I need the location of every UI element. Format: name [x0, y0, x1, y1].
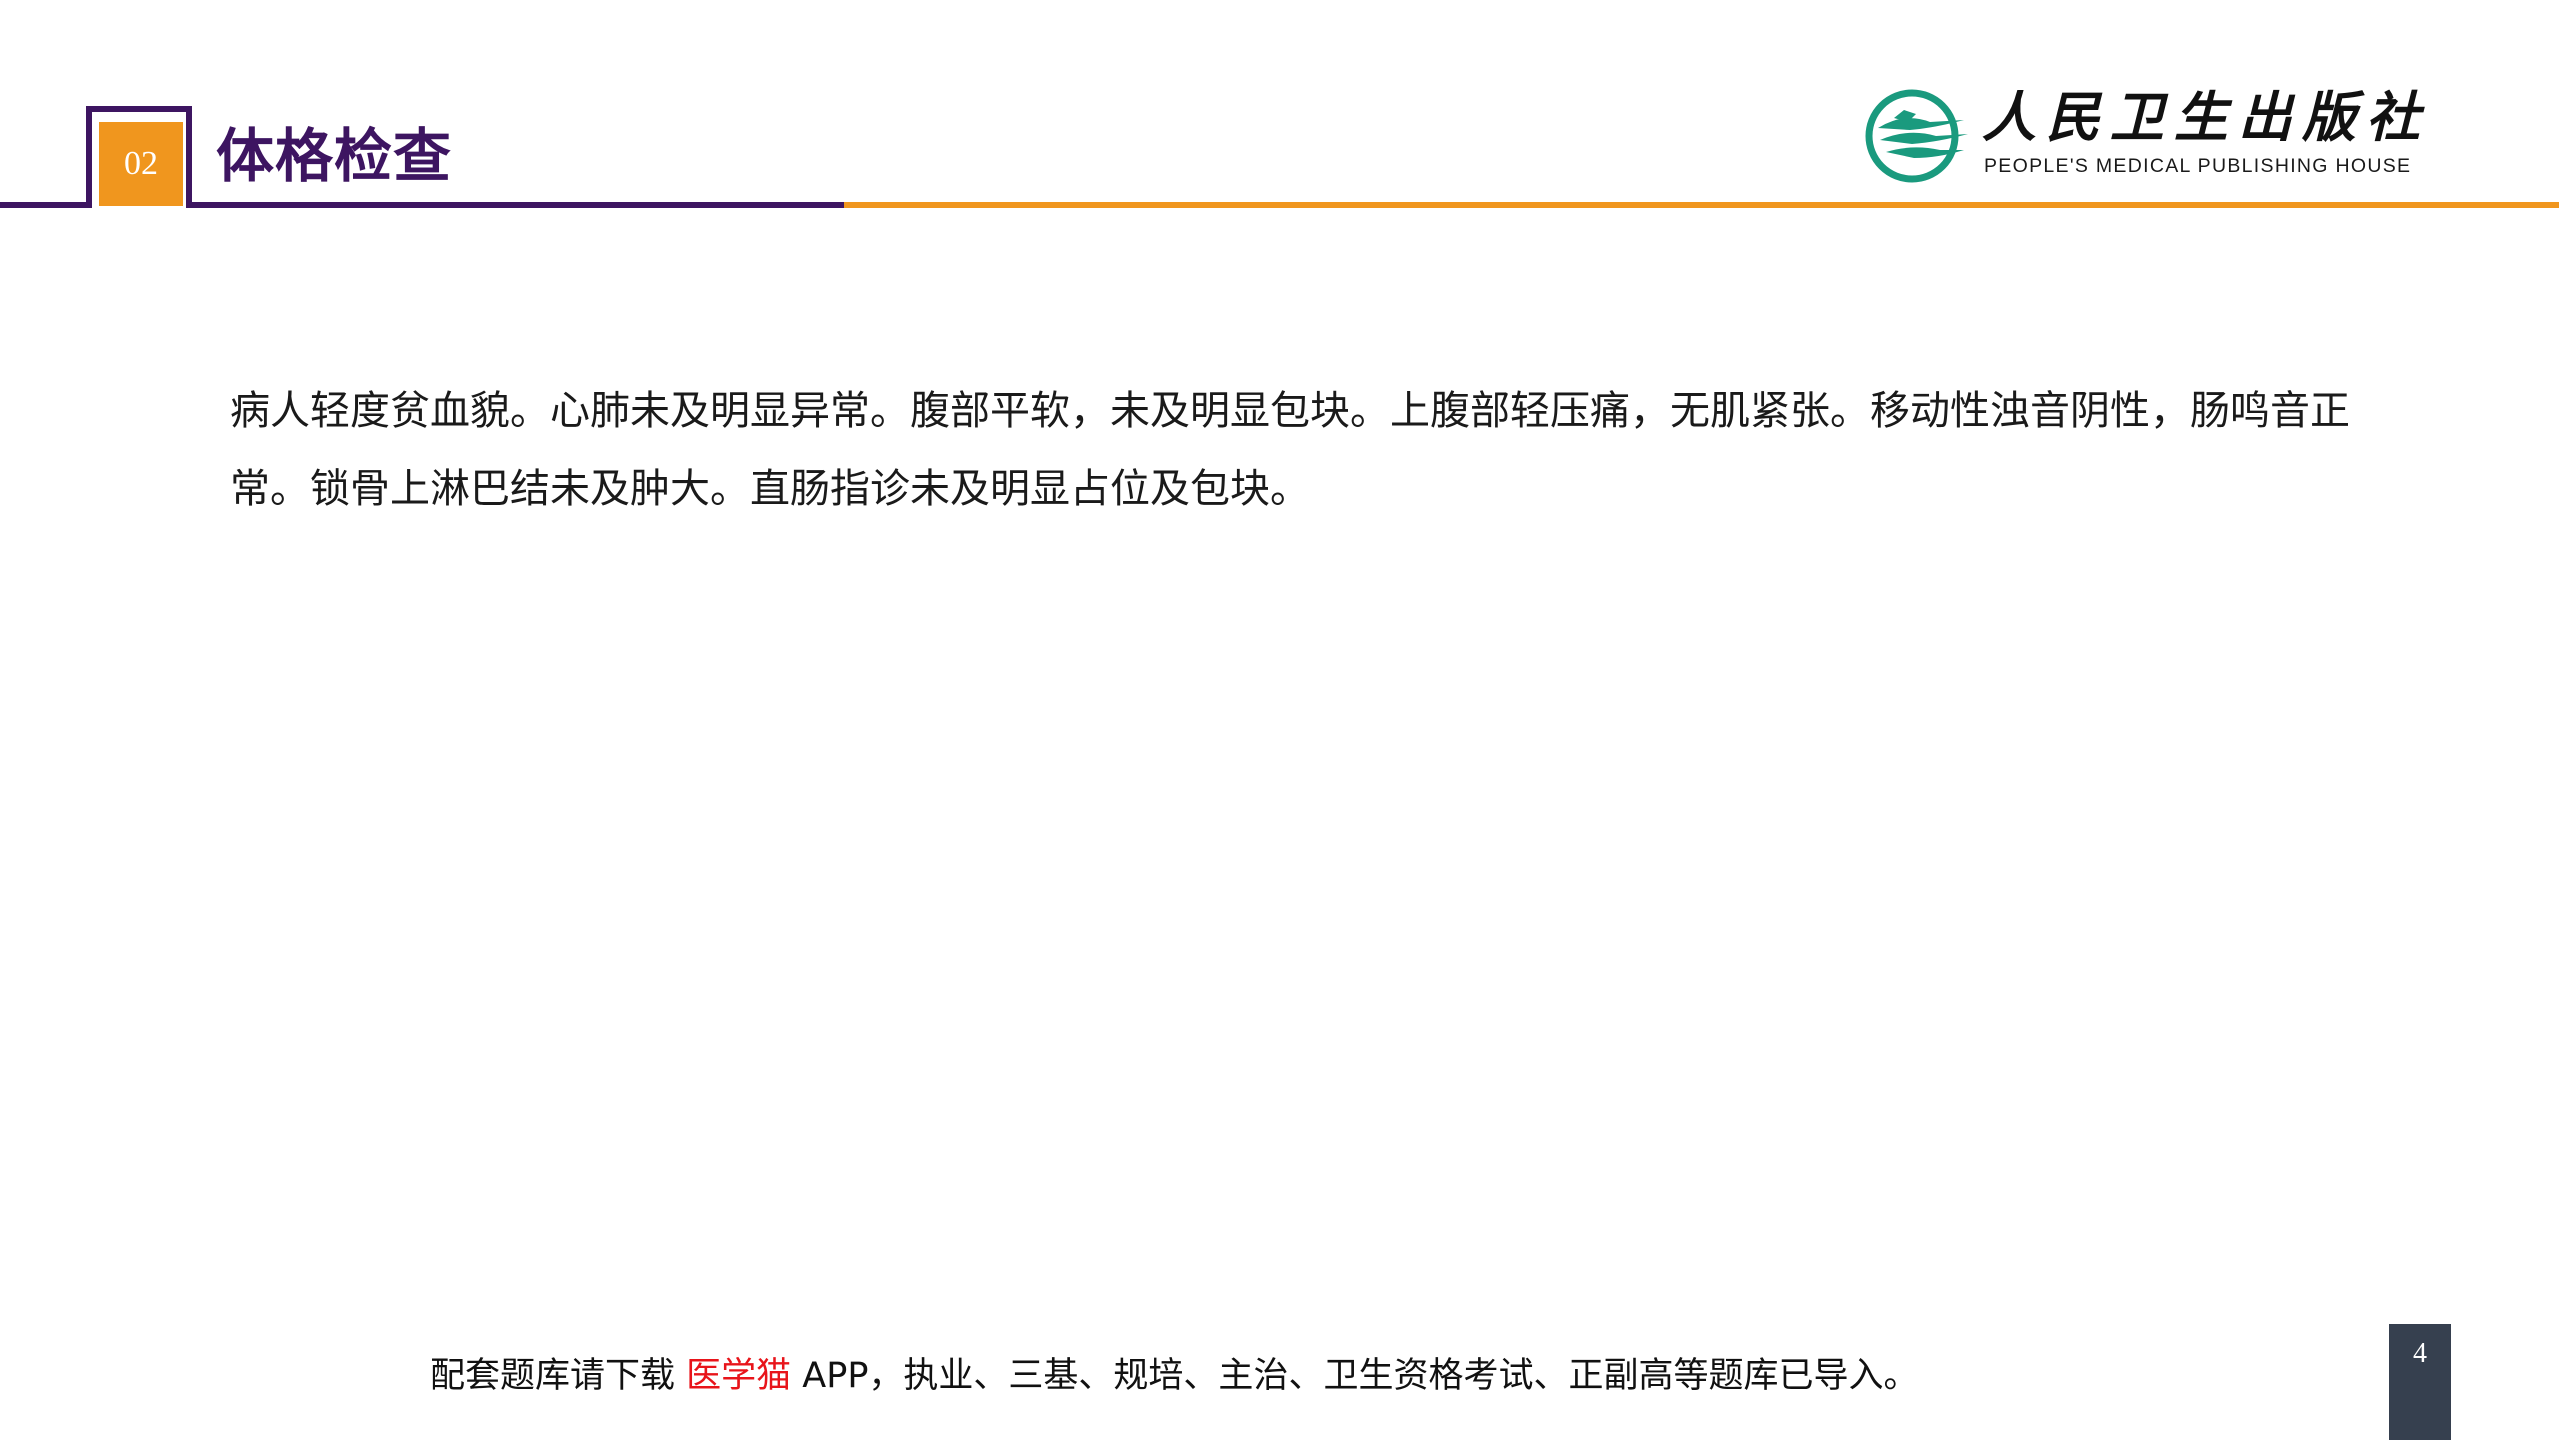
publisher-name-cn: 人民卫生出版社: [1982, 85, 2430, 149]
publisher-logo: 人民卫生出版社 PEOPLE'S MEDICAL PUBLISHING HOUS…: [1864, 88, 2434, 184]
header-rule-purple-left: [0, 202, 92, 208]
section-number: 02: [124, 145, 158, 182]
footer-suffix: APP，执业、三基、规培、主治、卫生资格考试、正副高等题库已导入。: [791, 1356, 1919, 1396]
section-number-badge: 02: [99, 122, 183, 206]
slide-title: 体格检查: [216, 122, 453, 190]
header-rule-orange: [844, 202, 2559, 208]
publisher-name-en: PEOPLE'S MEDICAL PUBLISHING HOUSE: [1984, 155, 2412, 177]
footer-app-name: 医学猫: [686, 1356, 792, 1396]
footer-prefix: 配套题库请下载: [430, 1356, 687, 1396]
footer-note: 配套题库请下载 医学猫 APP，执业、三基、规培、主治、卫生资格考试、正副高等题…: [430, 1348, 1918, 1404]
slide: 02 体格检查 人民卫生出版社 PEOPLE'S MEDICAL PUBLISH…: [0, 0, 2559, 1440]
page-number-badge: 4: [2389, 1324, 2451, 1440]
publisher-emblem-icon: [1865, 89, 1968, 183]
header-rule-purple: [186, 202, 844, 208]
page-number: 4: [2413, 1338, 2427, 1369]
physical-exam-text: 病人轻度贫血貌。心肺未及明显异常。腹部平软，未及明显包块。上腹部轻压痛，无肌紧张…: [230, 388, 2350, 512]
